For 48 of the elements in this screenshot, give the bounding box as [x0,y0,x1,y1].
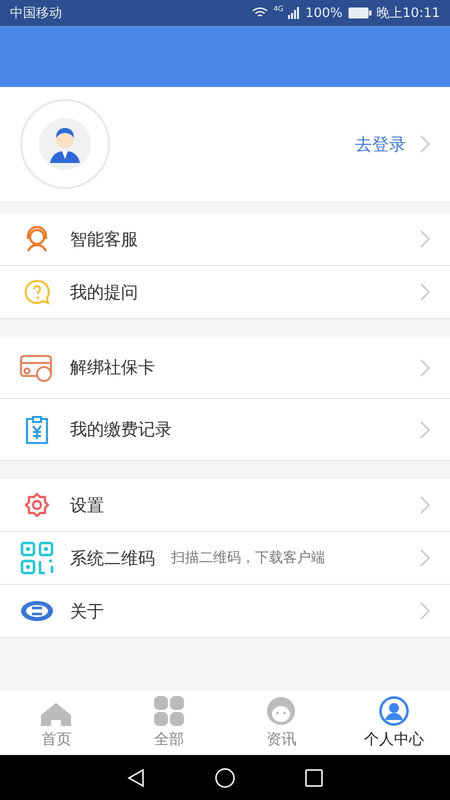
oval-emblem-icon [20,599,54,623]
user-circle-icon [378,696,409,726]
qr-code-icon [20,541,54,575]
menu-label: 智能客服 [70,228,138,250]
home-circle-icon[interactable] [215,768,235,788]
signal-icon [288,7,300,19]
menu-item[interactable]: 智能客服 [0,213,450,266]
card-icon [20,354,54,382]
menu-label: 我的缴费记录 [70,419,172,441]
chevron-right-icon [420,358,430,376]
chevron-right-icon [420,135,430,153]
tab-item[interactable]: 个人中心 [338,690,450,755]
recents-icon[interactable] [305,768,323,786]
user-avatar-icon [38,117,92,171]
clock-time: 晚上10:11 [376,5,440,22]
menu-label: 设置 [70,494,104,516]
chevron-right-icon [420,420,430,438]
battery-icon [348,7,372,19]
menu-item[interactable]: 设置 [0,479,450,532]
menu-item[interactable]: 系统二维码 扫描二维码，下载客户端 [0,532,450,585]
menu-label: 系统二维码 [70,548,155,570]
login-link[interactable]: 去登录 [355,132,406,156]
four-squares-icon [154,696,184,726]
chevron-right-icon [420,549,430,567]
menu-label: 我的提问 [70,282,138,304]
menu-label: 关于 [70,600,104,622]
tab-item[interactable]: 全部 [112,690,225,755]
back-icon[interactable] [127,768,145,788]
tab-item[interactable]: 首页 [0,690,112,755]
tab-item[interactable]: 资讯 [225,690,338,755]
menu-item[interactable]: 关于 [0,585,450,638]
receipt-yen-icon [23,414,51,444]
home-icon [40,702,72,726]
menu-item[interactable]: 我的缴费记录 [0,399,450,461]
menu-item[interactable]: 解绑社保卡 [0,337,450,399]
chevron-right-icon [420,602,430,620]
gear-icon [23,491,51,519]
chevron-right-icon [420,230,430,248]
question-bubble-icon [23,278,51,306]
chevron-right-icon [420,496,430,514]
menu-label: 解绑社保卡 [70,357,155,379]
carrier-name: 中国移动 [10,5,63,22]
person-face-icon [266,696,296,726]
wifi-icon [252,7,268,19]
menu-item[interactable]: 我的提问 [0,266,450,319]
chevron-right-icon [420,283,430,301]
menu-hint: 扫描二维码，下载客户端 [171,549,325,567]
battery-percent: 100% [305,6,343,20]
